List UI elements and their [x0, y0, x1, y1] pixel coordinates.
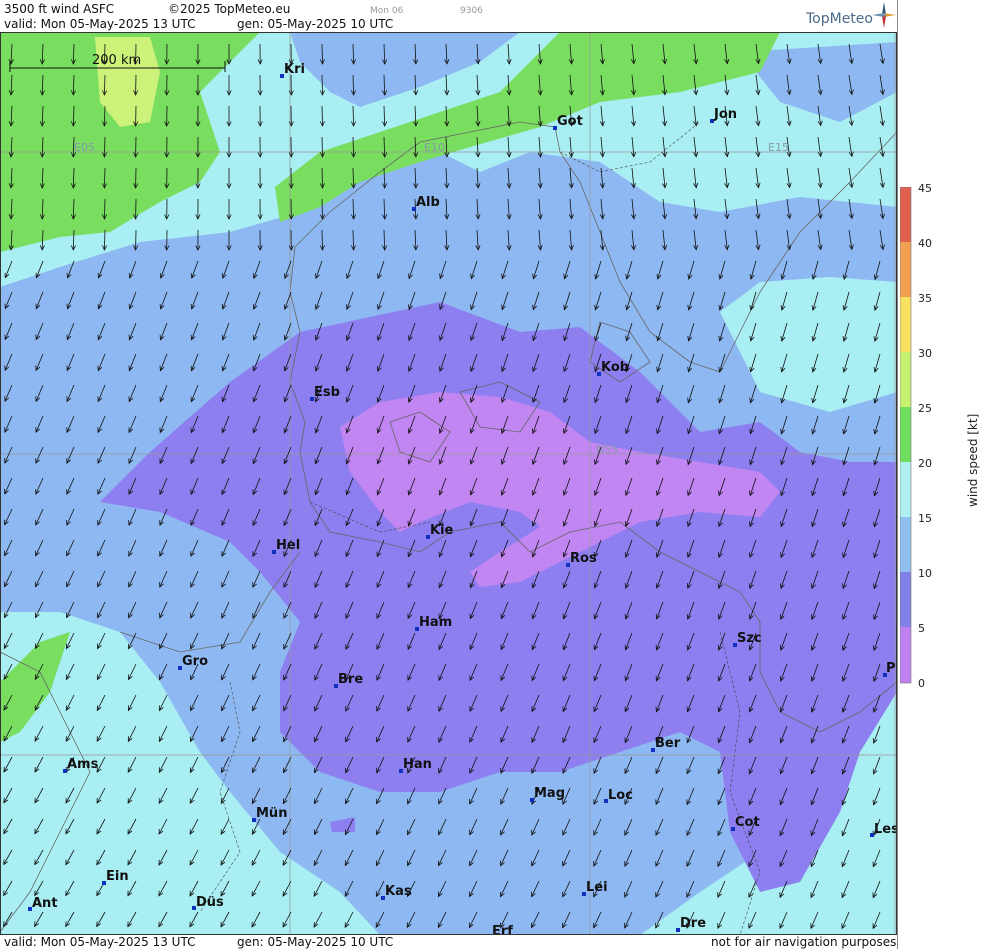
generated-time: gen: 05-May-2025 10 UTC — [237, 17, 394, 31]
wind-arrow — [321, 136, 323, 158]
city-bre[interactable]: Bre — [334, 672, 363, 688]
city-cot[interactable]: Cot — [731, 815, 760, 831]
grid-label-e15: E15 — [768, 141, 789, 154]
svg-text:Ham: Ham — [419, 615, 452, 630]
city-mag[interactable]: Mag — [530, 786, 565, 802]
city-ams[interactable]: Ams — [63, 757, 99, 773]
city-szc[interactable]: Szc — [733, 631, 762, 647]
svg-text:Ant: Ant — [32, 896, 58, 911]
legend-tick-35: 35 — [918, 292, 932, 305]
legend-color-bar — [900, 187, 912, 684]
city-esb[interactable]: Esb — [310, 385, 340, 401]
wind-arrow — [321, 229, 323, 251]
svg-text:Loc: Loc — [608, 788, 633, 803]
svg-text:Kas: Kas — [385, 884, 412, 899]
svg-text:Esb: Esb — [314, 385, 340, 400]
legend-tick-0: 0 — [918, 677, 925, 690]
svg-text:Kie: Kie — [430, 523, 454, 538]
grid-label-e10: E10 — [424, 141, 445, 154]
svg-text:Les: Les — [874, 822, 897, 837]
svg-text:Gro: Gro — [182, 654, 208, 669]
city-ber[interactable]: Ber — [651, 736, 681, 752]
svg-text:Got: Got — [557, 114, 583, 129]
legend-tick-45: 45 — [918, 182, 932, 195]
scale-bar-label: 200 km — [92, 53, 141, 68]
map-footer: valid: Mon 05-May-2025 13 UTC gen: 05-Ma… — [0, 935, 897, 949]
svg-text:Düs: Düs — [196, 895, 224, 910]
wind-arrow — [321, 198, 323, 220]
svg-text:Ams: Ams — [67, 757, 99, 772]
legend-tick-5: 5 — [918, 622, 925, 635]
svg-text:Dre: Dre — [680, 916, 706, 931]
legend-tick-20: 20 — [918, 457, 932, 470]
city-les[interactable]: Les — [870, 822, 897, 837]
svg-text:Kri: Kri — [284, 62, 305, 77]
svg-text:Ros: Ros — [570, 551, 597, 566]
disclaimer-text: not for air navigation purposes — [711, 935, 897, 949]
city-kas[interactable]: Kas — [381, 884, 412, 900]
wind-map[interactable]: E05 E10 E15 N55 200 km Kri Got Jon Alb K… — [0, 32, 897, 935]
footer-generated-time: gen: 05-May-2025 10 UTC — [237, 935, 394, 949]
svg-text:Lei: Lei — [586, 880, 608, 895]
wind-arrow — [321, 105, 323, 127]
svg-text:Hel: Hel — [276, 538, 300, 553]
city-kob[interactable]: Kob — [597, 360, 629, 376]
svg-text:Han: Han — [403, 757, 432, 772]
city-erf[interactable]: Erf — [492, 924, 513, 935]
product-title: 3500 ft wind ASFC — [4, 2, 115, 16]
wind-map-canvas: E05 E10 E15 N55 200 km Kri Got Jon Alb K… — [0, 32, 897, 935]
compass-logo-icon — [872, 2, 896, 28]
city-kie[interactable]: Kie — [426, 523, 454, 539]
svg-text:Bre: Bre — [338, 672, 363, 687]
svg-text:Pi: Pi — [886, 661, 897, 676]
grid-label-e05: E05 — [74, 141, 95, 154]
legend-tick-10: 10 — [918, 567, 932, 580]
city-got[interactable]: Got — [553, 114, 583, 130]
city-dus[interactable]: Düs — [192, 895, 224, 910]
map-header: 3500 ft wind ASFC ©2025 TopMeteo.eu Mon … — [0, 0, 897, 32]
city-ros[interactable]: Ros — [566, 551, 597, 567]
city-ein[interactable]: Ein — [102, 869, 129, 885]
footer-valid-time: valid: Mon 05-May-2025 13 UTC — [4, 935, 196, 949]
city-gro[interactable]: Gro — [178, 654, 208, 670]
wind-arrow — [321, 43, 323, 65]
legend-unit-label: wind speed [kt] — [966, 413, 980, 507]
wind-arrow — [321, 167, 323, 189]
legend-tick-30: 30 — [918, 347, 932, 360]
grid-label-n55: N55 — [596, 443, 618, 456]
svg-text:Mag: Mag — [534, 786, 565, 801]
city-alb[interactable]: Alb — [412, 195, 440, 211]
city-jon[interactable]: Jon — [710, 107, 737, 123]
city-han[interactable]: Han — [399, 757, 432, 773]
city-ant[interactable]: Ant — [28, 896, 58, 911]
valid-time: valid: Mon 05-May-2025 13 UTC — [4, 17, 196, 31]
legend-tick-25: 25 — [918, 402, 932, 415]
svg-text:Erf: Erf — [492, 924, 513, 935]
city-mun[interactable]: Mün — [252, 806, 287, 822]
city-dre[interactable]: Dre — [676, 916, 706, 932]
svg-text:Jon: Jon — [713, 107, 737, 122]
topmeteo-logo: TopMeteo — [806, 11, 873, 27]
legend-tick-15: 15 — [918, 512, 932, 525]
svg-text:Ein: Ein — [106, 869, 129, 884]
city-ham[interactable]: Ham — [415, 615, 452, 631]
code-text: 9306 — [460, 6, 483, 16]
day-tab[interactable]: Mon 06 — [370, 4, 403, 18]
copyright-text: ©2025 TopMeteo.eu — [168, 2, 291, 16]
city-pi[interactable]: Pi — [883, 661, 897, 677]
wind-arrow — [321, 74, 323, 96]
svg-text:Szc: Szc — [737, 631, 762, 646]
svg-text:Mün: Mün — [256, 806, 287, 821]
city-lei[interactable]: Lei — [582, 880, 608, 896]
city-hel[interactable]: Hel — [272, 538, 300, 554]
svg-text:Cot: Cot — [735, 815, 760, 830]
svg-text:Ber: Ber — [655, 736, 681, 751]
city-loc[interactable]: Loc — [604, 788, 633, 803]
city-kri[interactable]: Kri — [280, 62, 305, 78]
svg-text:Kob: Kob — [601, 360, 629, 375]
svg-text:Alb: Alb — [416, 195, 440, 210]
legend-tick-40: 40 — [918, 237, 932, 250]
